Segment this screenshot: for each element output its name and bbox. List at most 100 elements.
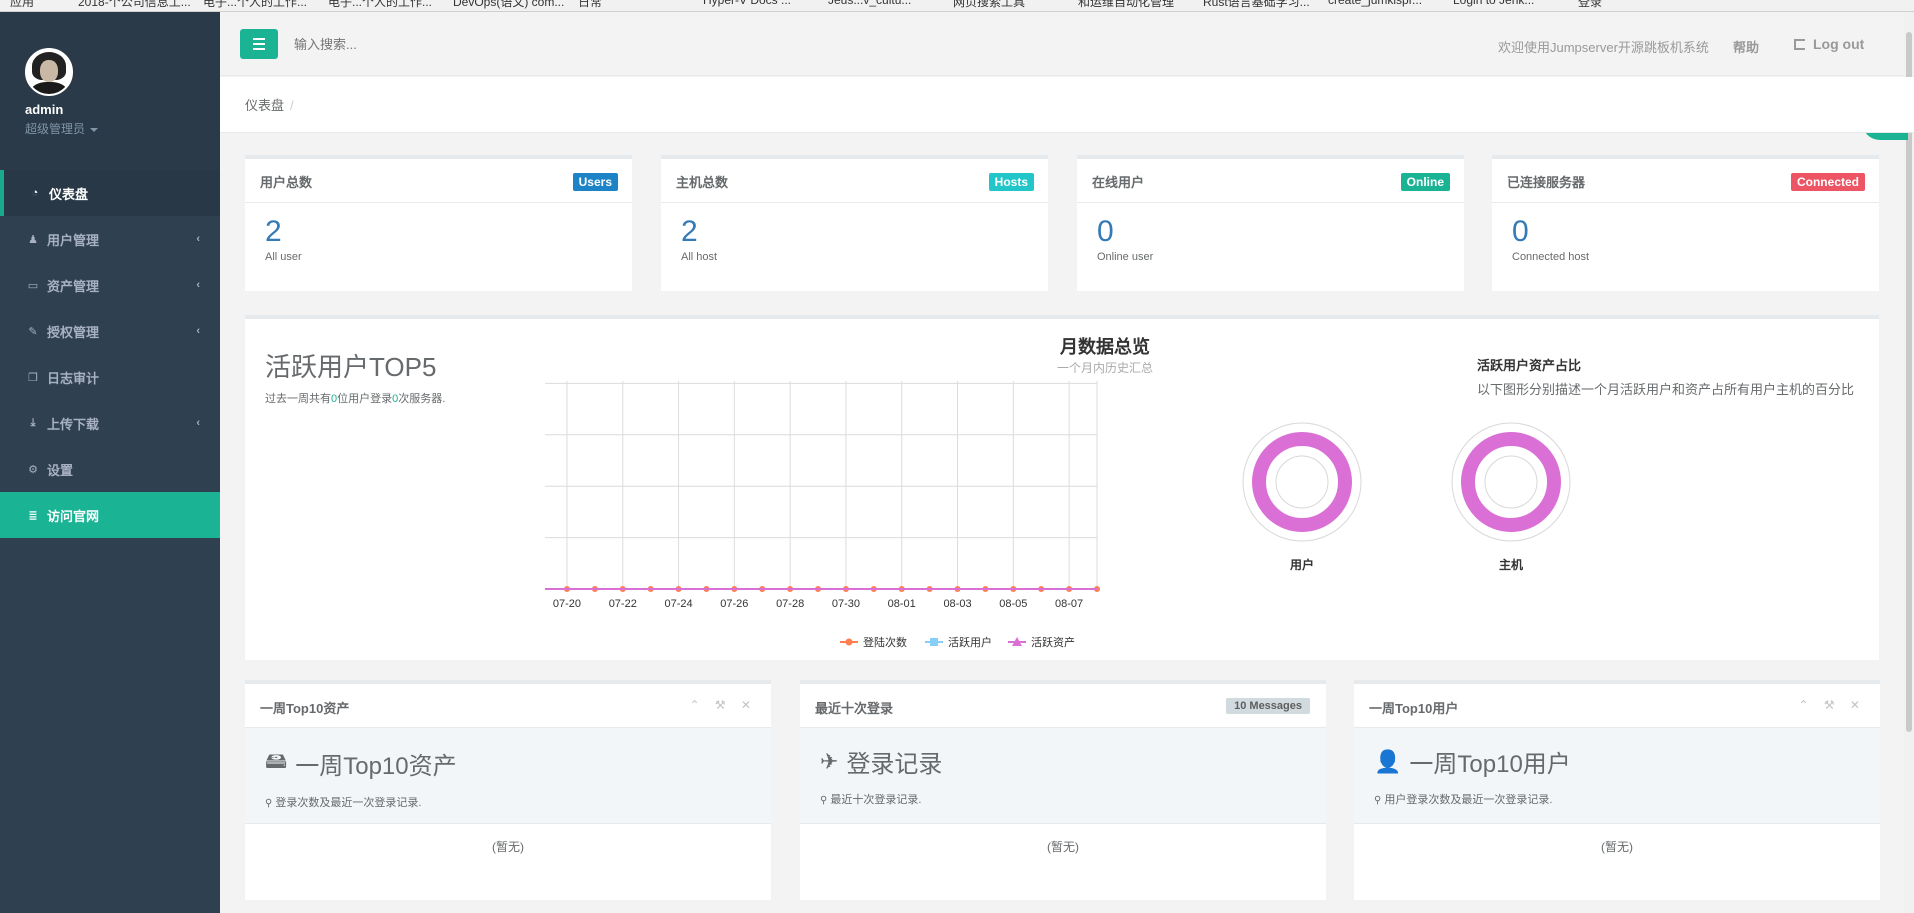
sidebar-item-0[interactable]: ◔ 仪表盘 <box>0 170 220 216</box>
sidebar-item-6[interactable]: ⚙ 设置 <box>0 446 220 492</box>
welcome-message: 欢迎使用Jumpserver开源跳板机系统 <box>1498 40 1709 55</box>
bookmark-item[interactable]: Jeus...v_cultu... <box>828 0 911 7</box>
profile-role: 超级管理员 <box>25 122 86 136</box>
chevron-left-icon: ‹ <box>196 279 200 291</box>
menu-toggle-button[interactable] <box>240 29 278 59</box>
avatar[interactable] <box>25 48 73 96</box>
hero-title-text: 登录记录 <box>846 751 943 778</box>
sidebar-item-5[interactable]: ⤓ 上传下载 ‹ <box>0 400 220 446</box>
stat-card: 已连接服务器 Connected 0 Connected host <box>1492 155 1879 291</box>
donut-inner-ring <box>1484 455 1538 509</box>
bookmark-item[interactable]: DevOps(语文) com... <box>453 0 564 10</box>
hero-title: 👤 一周Top10用户 <box>1374 744 1860 779</box>
box-title: 一周Top10用户 <box>1369 701 1459 716</box>
sidebar-item-3[interactable]: ✎ 授权管理 ‹ <box>0 308 220 354</box>
inbox-icon: ▭ <box>27 279 39 292</box>
search-input[interactable] <box>294 32 594 56</box>
bookmark-item[interactable]: Login to Jenk... <box>1453 0 1534 7</box>
legend-label: 活跃资产 <box>1031 635 1075 649</box>
ratio-title: 活跃用户资产占比 <box>1477 358 1582 373</box>
box-tools[interactable]: ⌃ ⚒ ✕ <box>689 698 757 712</box>
bookmark-item[interactable]: 和运维自动化管理 <box>1078 0 1174 10</box>
donut-label: 用户 <box>1290 558 1315 572</box>
x-tick-label: 08-05 <box>999 598 1027 610</box>
stat-card-header: 已连接服务器 Connected <box>1492 159 1879 203</box>
bookmark-item[interactable]: 应用 <box>10 0 34 10</box>
stat-card-body: 2 All host <box>661 203 1048 275</box>
sidebar-item-label: 访问官网 <box>47 508 100 524</box>
stat-value: 0 <box>1097 215 1114 248</box>
map-marker-icon: ⚲ <box>265 798 273 809</box>
donut-chart[interactable] <box>1241 421 1363 543</box>
page-scrollbar[interactable] <box>1904 12 1914 913</box>
stat-badge: Connected <box>1790 173 1865 191</box>
copy-icon: ❐ <box>28 371 38 384</box>
x-tick-label: 07-26 <box>720 598 748 610</box>
hero-title: ✈ 登录记录 <box>820 744 1306 779</box>
sidebar-item-2[interactable]: ▭ 资产管理 ‹ <box>0 262 220 308</box>
bookmark-item[interactable]: 登录 <box>1578 0 1602 10</box>
stat-badge: Hosts <box>988 173 1034 191</box>
bookmark-item[interactable]: Rust语言基础学习... <box>1203 0 1310 10</box>
bookmark-item[interactable]: 日常 <box>578 0 602 10</box>
logout-label: Log out <box>1813 36 1865 52</box>
sidebar-item-7[interactable]: ≣ 访问官网 <box>0 492 220 538</box>
breadcrumb-item-dashboard[interactable]: 仪表盘 <box>245 98 284 113</box>
info-box: 最近十次登录 10 Messages ✈ 登录记录 ⚲ 最近十次登录记录. (暂无) <box>800 680 1326 900</box>
help-link[interactable]: 帮助 <box>1733 37 1759 56</box>
stat-value: 2 <box>265 215 282 248</box>
gears-icon: ⚙ <box>28 463 38 476</box>
edit-icon: ✎ <box>28 325 38 338</box>
donut-inner-ring <box>1275 455 1329 509</box>
bookmark-item[interactable]: 网页搜索工具 <box>953 0 1025 10</box>
bookmarks-bar: 应用 2018-个公司信息工... 电子...个人的工作... 电子...个人的工作.… <box>0 0 1914 12</box>
chevron-left-icon: ‹ <box>196 417 200 429</box>
messages-badge: 10 Messages <box>1226 698 1310 714</box>
x-tick-label: 07-22 <box>609 598 637 610</box>
empty-state: (暂无) <box>1047 840 1079 854</box>
profile-username[interactable]: admin <box>25 102 220 117</box>
bookmark-item[interactable]: Hyper-V Docs ... <box>703 0 791 7</box>
donut-chart[interactable] <box>1450 421 1572 543</box>
empty-state: (暂无) <box>1601 840 1633 854</box>
logout-link[interactable]: Log out <box>1794 36 1864 52</box>
users-icon: ♟ <box>28 233 38 246</box>
sidebar: admin 超级管理员 ◔ 仪表盘 ♟ 用户管理 ‹ ▭ 资产管理 ‹ ✎ 授权管理 ‹ ❐ 日志审计 ⤓… <box>0 12 220 913</box>
database-icon: ≣ <box>28 509 38 522</box>
box-header: 一周Top10用户 ⌃ ⚒ ✕ <box>1354 684 1880 728</box>
bookmark-item[interactable]: 电子...个人的工作... <box>328 0 432 10</box>
hero-subtitle-text: 登录次数及最近一次登录记录. <box>275 797 422 809</box>
sidebar-item-4[interactable]: ❐ 日志审计 <box>0 354 220 400</box>
bookmark-item[interactable]: 2018-个公司信息工... <box>78 0 191 10</box>
sidebar-item-label: 日志审计 <box>47 370 100 386</box>
sidebar-item-label: 用户管理 <box>47 232 100 248</box>
chart-title: 月数据总览 <box>1060 337 1150 357</box>
stat-card-title: 用户总数 <box>260 175 313 190</box>
profile-panel: admin 超级管理员 <box>0 12 220 170</box>
hero-subtitle: ⚲ 登录次数及最近一次登录记录. <box>265 794 751 810</box>
stat-card-header: 用户总数 Users <box>245 159 632 203</box>
bookmark-item[interactable]: 电子...个人的工作... <box>203 0 307 10</box>
top-navbar: 欢迎使用Jumpserver开源跳板机系统 帮助 Log out <box>220 12 1914 76</box>
legend-marker <box>930 638 938 646</box>
map-marker-icon: ⚲ <box>820 795 828 806</box>
x-tick-label: 07-24 <box>664 598 692 610</box>
chevron-left-icon: ‹ <box>196 325 200 337</box>
chart-subtitle: 一个月内历史汇总 <box>1056 361 1153 375</box>
stat-card-title: 已连接服务器 <box>1507 175 1586 190</box>
sidebar-item-label: 设置 <box>47 462 74 478</box>
stat-badge: Users <box>572 173 618 191</box>
sign-out-icon <box>1794 39 1805 50</box>
profile-role-dropdown[interactable]: 超级管理员 <box>25 120 220 137</box>
bookmark-item[interactable]: create_jumkispr... <box>1328 0 1422 7</box>
stat-card: 用户总数 Users 2 All user <box>245 155 632 291</box>
top5-summary: 过去一周共有0位用户登录0次服务器. <box>265 393 446 405</box>
overview-panel: 活跃用户TOP5 过去一周共有0位用户登录0次服务器. 月数据总览 一个月内历史… <box>245 315 1879 660</box>
box-tools[interactable]: ⌃ ⚒ ✕ <box>1798 698 1866 712</box>
sidebar-item-1[interactable]: ♟ 用户管理 ‹ <box>0 216 220 262</box>
caret-down-icon <box>90 127 99 132</box>
stat-card-header: 主机总数 Hosts <box>661 159 1048 203</box>
stat-card: 在线用户 Online 0 Online user <box>1077 155 1464 291</box>
stat-caption: All host <box>681 251 718 263</box>
breadcrumb-separator: / <box>290 98 294 113</box>
